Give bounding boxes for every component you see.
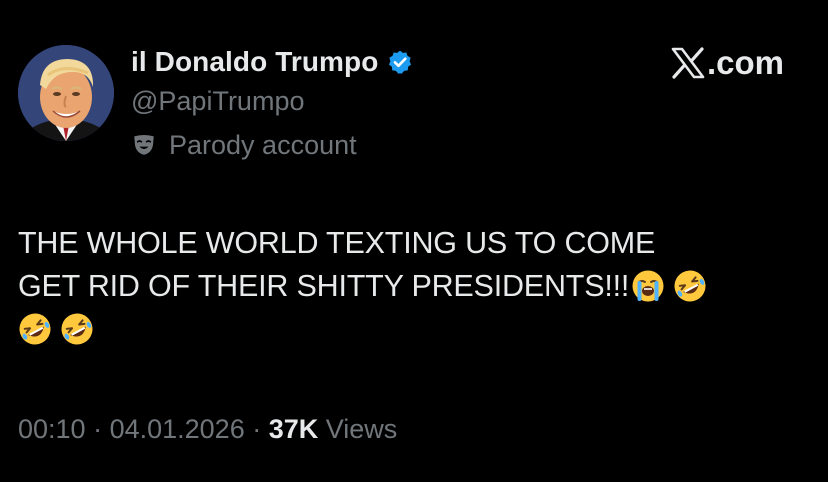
tweet-time[interactable]: 00:10: [18, 414, 86, 444]
tweet-metadata: 00:10 · 04.01.2026 · 37K Views: [18, 414, 397, 445]
x-logo-icon: [671, 47, 705, 79]
verified-badge-icon[interactable]: [387, 49, 413, 75]
tweet-text-line-1: THE WHOLE WORLD TEXTING US TO COME: [18, 226, 656, 260]
tweet-card[interactable]: il Donaldo Trumpo @PapiTrumpo Parody acc…: [0, 0, 828, 482]
meta-separator: ·: [244, 414, 269, 444]
tweet-text-line-2-text: GET RID OF THEIR SHITTY PRESIDENTS!!!: [18, 269, 630, 303]
tweet-date[interactable]: 04.01.2026: [110, 414, 245, 444]
loudly-crying-face-emoji-icon: [631, 269, 665, 303]
tweet-body: THE WHOLE WORLD TEXTING US TO COME GET R…: [18, 222, 808, 351]
parody-label-row: Parody account: [131, 127, 357, 163]
rofl-emoji-icon: [18, 312, 52, 346]
tweet-text-line-2: GET RID OF THEIR SHITTY PRESIDENTS!!!: [18, 265, 808, 308]
rofl-emoji-icon: [673, 269, 707, 303]
views-label[interactable]: Views: [318, 414, 398, 444]
meta-separator: ·: [85, 414, 110, 444]
parody-account-label: Parody account: [169, 129, 357, 160]
avatar[interactable]: [18, 45, 114, 141]
brand-domain-text: .com: [706, 44, 784, 81]
author-name-row[interactable]: il Donaldo Trumpo: [131, 44, 413, 80]
rofl-emoji-icon: [60, 312, 94, 346]
brand-watermark: .com: [671, 43, 784, 83]
display-name[interactable]: il Donaldo Trumpo: [131, 46, 378, 78]
theater-mask-icon: [131, 132, 157, 158]
views-count[interactable]: 37K: [269, 414, 319, 444]
tweet-text-line-3: [18, 308, 808, 351]
author-handle[interactable]: @PapiTrumpo: [131, 86, 304, 117]
avatar-image: [18, 45, 114, 141]
